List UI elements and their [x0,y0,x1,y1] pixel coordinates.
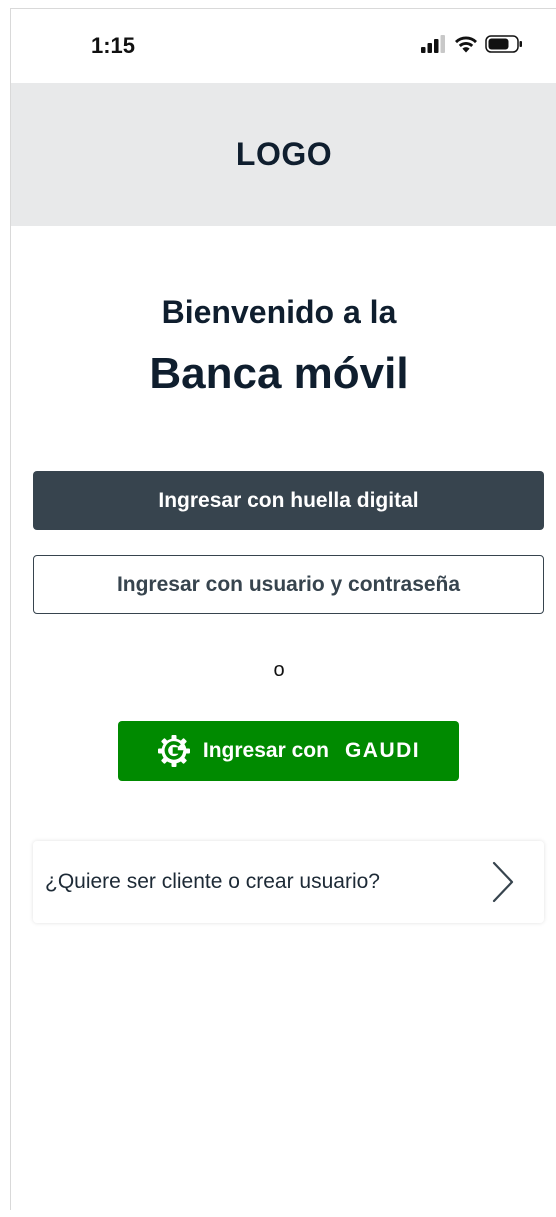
fingerprint-login-button[interactable]: Ingresar con huella digital [33,471,544,530]
user-password-login-button[interactable]: Ingresar con usuario y contraseña [33,555,544,614]
battery-icon [485,35,522,53]
logo-header: LOGO [11,83,556,226]
signal-icon [421,35,445,53]
gaudi-login-button[interactable]: Ingresar con GAUDI [118,721,459,781]
status-icons [421,35,523,53]
welcome-heading: Bienvenido a la [161,294,397,330]
app-title: Banca móvil [149,349,409,398]
chevron-right-icon [492,861,514,903]
app-screen: 1:15 LOGO Bienvenido a la Banca móvil In… [10,8,556,1210]
status-bar: 1:15 [11,9,556,83]
gaudi-g-icon [157,735,190,767]
status-time: 1:15 [91,33,136,58]
gaudi-login-label: Ingresar con [202,739,329,762]
become-client-card[interactable]: ¿Quiere ser cliente o crear usuario? [33,841,544,923]
logo-placeholder: LOGO [235,136,333,172]
user-password-login-label: Ingresar con usuario y contraseña [116,572,461,596]
become-client-label: ¿Quiere ser cliente o crear usuario? [45,870,380,893]
gaudi-brand-wordmark: GAUDI [344,739,421,762]
wifi-icon [455,36,477,53]
or-separator: o [273,659,285,681]
fingerprint-login-label: Ingresar con huella digital [158,488,419,512]
